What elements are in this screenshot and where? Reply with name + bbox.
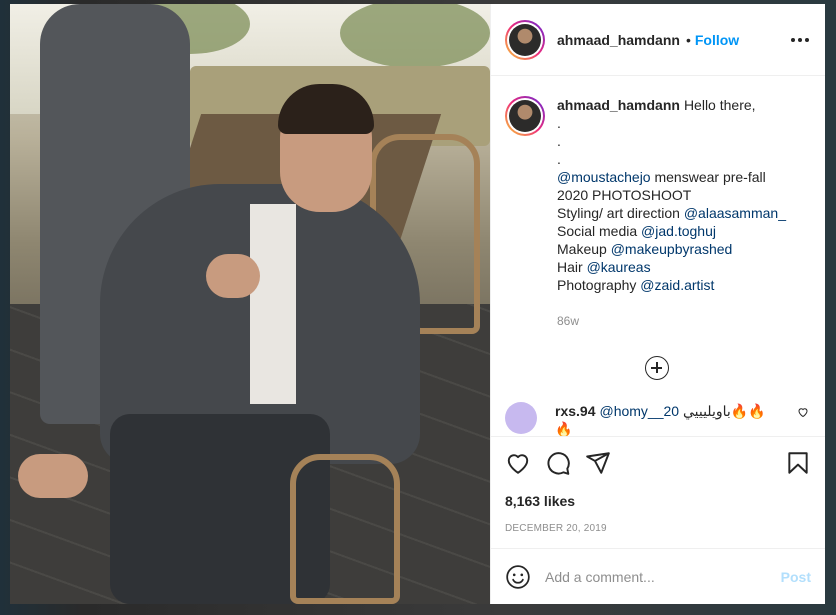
mention-link[interactable]: @zaid.artist	[640, 277, 714, 293]
photo-chair	[290, 454, 400, 604]
separator-dot: •	[685, 31, 691, 48]
caption-line: .	[557, 115, 561, 131]
post-photo[interactable]	[10, 4, 490, 604]
like-heart-icon[interactable]	[505, 450, 531, 476]
caption-line: .	[557, 133, 561, 149]
post-modal: ahmaad_hamdann • Follow ahmaad_hamdann He…	[10, 4, 825, 604]
comment-input[interactable]	[545, 568, 781, 585]
mention-link[interactable]: @kaureas	[587, 259, 651, 275]
post-side-panel: ahmaad_hamdann • Follow ahmaad_hamdann He…	[490, 4, 825, 604]
caption-credit-line: 2020 PHOTOSHOOT	[557, 187, 692, 203]
load-more-comments	[505, 356, 809, 380]
comment-content: 🔥	[555, 421, 573, 436]
post-comment-button[interactable]: Post	[781, 569, 811, 585]
comment-text: rxs.94 @homy__20 باويليييي🔥🔥 🔥	[555, 402, 789, 436]
photo-shirt	[250, 204, 296, 404]
comments-section[interactable]: ahmaad_hamdann Hello there, . . . @mousta…	[491, 76, 825, 436]
post-header: ahmaad_hamdann • Follow	[491, 4, 825, 76]
caption-credit-line: @moustachejo menswear pre-fall	[557, 169, 766, 185]
caption-line: Hello there,	[683, 97, 756, 113]
caption-timestamp[interactable]: 86w	[557, 312, 786, 330]
save-bookmark-icon[interactable]	[785, 450, 811, 476]
mention-link[interactable]: @jad.toghuj	[641, 223, 716, 239]
mention-link[interactable]: @moustachejo	[557, 169, 651, 185]
caption-credit-line: Social media @jad.toghuj	[557, 223, 716, 239]
like-count[interactable]: 8,163 likes	[505, 493, 811, 509]
share-paper-plane-icon[interactable]	[585, 450, 611, 476]
author-username[interactable]: ahmaad_hamdann	[557, 32, 680, 48]
post-date[interactable]: DECEMBER 20, 2019	[505, 523, 811, 534]
add-comment-bar: Post	[491, 548, 825, 604]
caption-credit-line: Hair @kaureas	[557, 259, 651, 275]
caption-text: ahmaad_hamdann Hello there, . . . @mousta…	[557, 96, 786, 330]
photo-hand	[18, 454, 88, 498]
photo-hand	[206, 254, 260, 298]
mention-link[interactable]: @alaasamman_	[684, 205, 786, 221]
caption-username[interactable]: ahmaad_hamdann	[557, 97, 680, 113]
mention-link[interactable]: @makeupbyrashed	[611, 241, 733, 257]
mention-link[interactable]: @homy__20	[599, 403, 679, 419]
action-icons	[505, 447, 811, 479]
caption-credit-line: Makeup @makeupbyrashed	[557, 241, 733, 257]
follow-button[interactable]: Follow	[695, 32, 739, 48]
comment-bubble-icon[interactable]	[545, 450, 571, 476]
caption-credit-line: Styling/ art direction @alaasamman_	[557, 205, 786, 221]
commenter-username[interactable]: rxs.94	[555, 403, 595, 419]
load-more-plus-icon[interactable]	[645, 356, 669, 380]
post-actions: 8,163 likes DECEMBER 20, 2019	[491, 436, 825, 534]
emoji-smiley-icon[interactable]	[505, 564, 531, 590]
more-options-icon[interactable]	[791, 32, 809, 48]
caption-credit-line: Photography @zaid.artist	[557, 277, 715, 293]
comment-item: rxs.94 @homy__20 باويليييي🔥🔥 🔥	[505, 402, 809, 436]
caption-avatar[interactable]	[505, 96, 545, 136]
caption-line: .	[557, 151, 561, 167]
author-avatar[interactable]	[505, 19, 545, 60]
comment-like-heart-icon[interactable]	[797, 406, 809, 418]
commenter-avatar[interactable]	[505, 402, 537, 434]
caption: ahmaad_hamdann Hello there, . . . @mousta…	[505, 96, 809, 330]
comment-content: باويليييي🔥🔥	[679, 403, 766, 419]
